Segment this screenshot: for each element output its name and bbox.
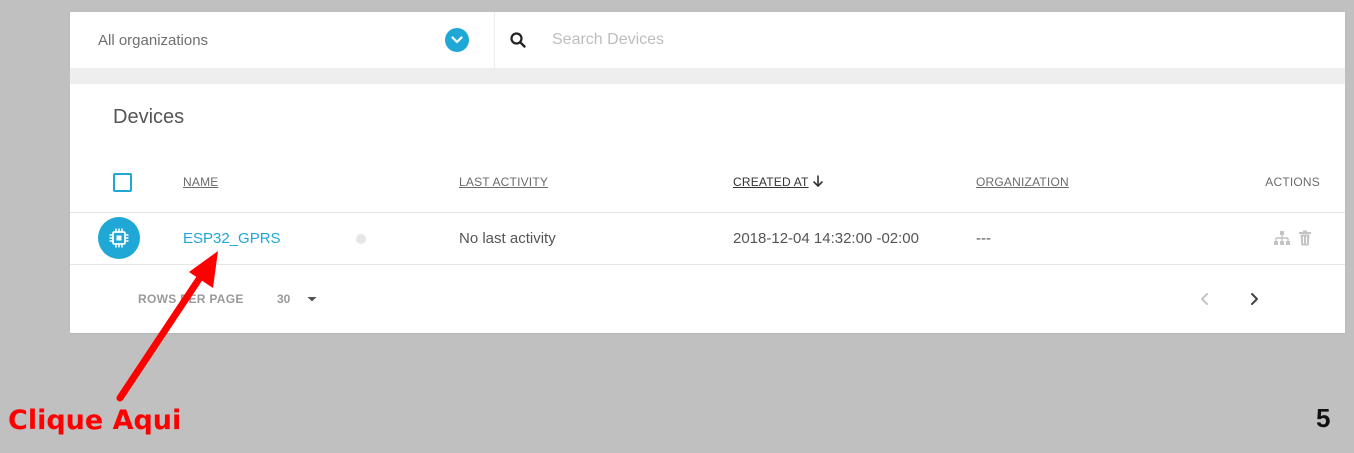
slide-number: 5 [1316,403,1331,433]
annotation-arrow [116,251,218,402]
annotation-text: Clique Aqui [8,405,182,436]
